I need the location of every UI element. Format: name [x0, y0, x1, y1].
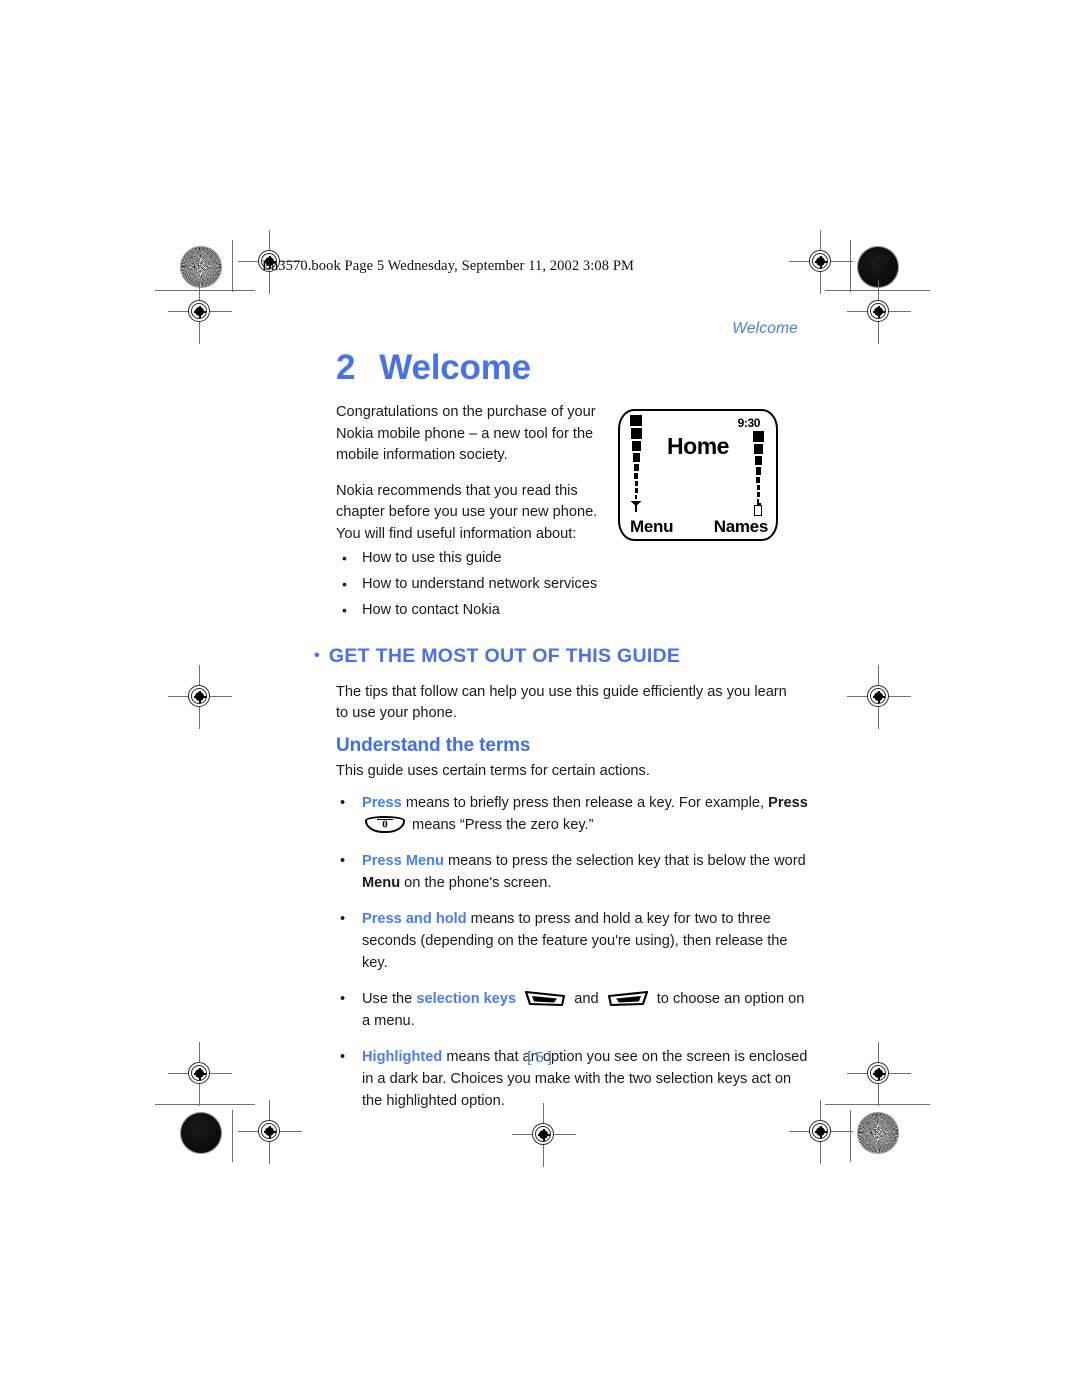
- trim-line: [232, 240, 234, 292]
- section-heading: • GET THE MOST OUT OF THIS GUIDE: [314, 645, 680, 668]
- section-intro-paragraph: The tips that follow can help you use th…: [336, 684, 787, 721]
- term-keyword: Press Menu: [362, 853, 444, 869]
- phone-clock-label: 9:30: [737, 416, 761, 430]
- term-press-word: Press: [768, 795, 808, 811]
- term-bold-word: Menu: [362, 875, 401, 891]
- intro-paragraph-1: Congratulations on the purchase of your …: [336, 404, 596, 463]
- registration-crosshair: [168, 280, 232, 344]
- subsection-heading: Understand the terms: [336, 735, 531, 756]
- rosette-mark-bottom-left: [180, 1112, 222, 1154]
- page-number-value: 5: [535, 1049, 545, 1066]
- term-keyword: Press and hold: [362, 911, 467, 927]
- rosette-mark-bottom-right: [857, 1112, 899, 1154]
- registration-crosshair: [238, 1100, 302, 1164]
- zero-key-icon: 0: [365, 816, 405, 833]
- term-text: means to briefly press then release a ke…: [401, 795, 769, 811]
- list-item-press: Press means to briefly press then releas…: [336, 792, 808, 836]
- term-text-after: means “Press the zero key.”: [408, 817, 594, 833]
- selection-key-right-icon: [607, 989, 649, 1008]
- list-item-selection-keys: Use the selection keys and to choose an …: [336, 988, 808, 1032]
- list-item: How to use this guide: [336, 545, 676, 571]
- intro-text-column: Congratulations on the purchase of your …: [336, 402, 606, 559]
- subsection-intro-paragraph: This guide uses certain terms for certai…: [336, 763, 650, 779]
- battery-icon: [754, 503, 762, 516]
- registration-crosshair: [789, 230, 853, 294]
- page-title: 2 Welcome: [336, 348, 531, 388]
- prepress-slug-line: En3570.book Page 5 Wednesday, September …: [262, 258, 634, 274]
- term-text: means to press the selection key that is…: [443, 853, 806, 869]
- phone-softkey-names: Names: [713, 517, 769, 536]
- chapter-number: 2: [336, 348, 356, 387]
- term-text-after: on the phone's screen.: [400, 875, 552, 891]
- intro-bullet-list: How to use this guide How to understand …: [336, 545, 676, 623]
- running-header: Welcome: [732, 320, 798, 337]
- list-item-press-menu: Press Menu means to press the selection …: [336, 850, 808, 894]
- page-number-bracket-left: [: [527, 1049, 533, 1066]
- term-keyword: selection keys: [416, 991, 517, 1007]
- registration-crosshair: [847, 280, 911, 344]
- zero-key-label: 0: [382, 818, 388, 831]
- list-item: How to understand network services: [336, 571, 676, 597]
- phone-softkey-menu: Menu: [630, 517, 674, 536]
- term-keyword: Press: [362, 795, 402, 811]
- page-number: [5]: [0, 1049, 1080, 1066]
- phone-screen-illustration: 9:30 Home Menu Names: [618, 409, 778, 541]
- terms-list: Press means to briefly press then releas…: [336, 792, 808, 1126]
- list-item: How to contact Nokia: [336, 597, 676, 623]
- page-number-bracket-right: ]: [547, 1049, 553, 1066]
- registration-crosshair: [847, 665, 911, 729]
- intro-paragraph-2: Nokia recommends that you read this chap…: [336, 482, 598, 542]
- trim-line: [232, 1110, 234, 1162]
- selection-key-left-icon: [524, 989, 566, 1008]
- battery-indicator: [752, 431, 764, 516]
- section-heading-text: GET THE MOST OUT OF THIS GUIDE: [328, 645, 681, 667]
- heading-bullet-icon: •: [314, 647, 320, 664]
- term-lead-text: Use the: [362, 991, 417, 1007]
- list-item-press-and-hold: Press and hold means to press and hold a…: [336, 908, 808, 974]
- chapter-title-text: Welcome: [379, 348, 531, 387]
- signal-strength-indicator: [630, 415, 642, 513]
- term-conjunction: and: [570, 991, 603, 1007]
- registration-crosshair: [168, 665, 232, 729]
- antenna-icon: [631, 501, 642, 513]
